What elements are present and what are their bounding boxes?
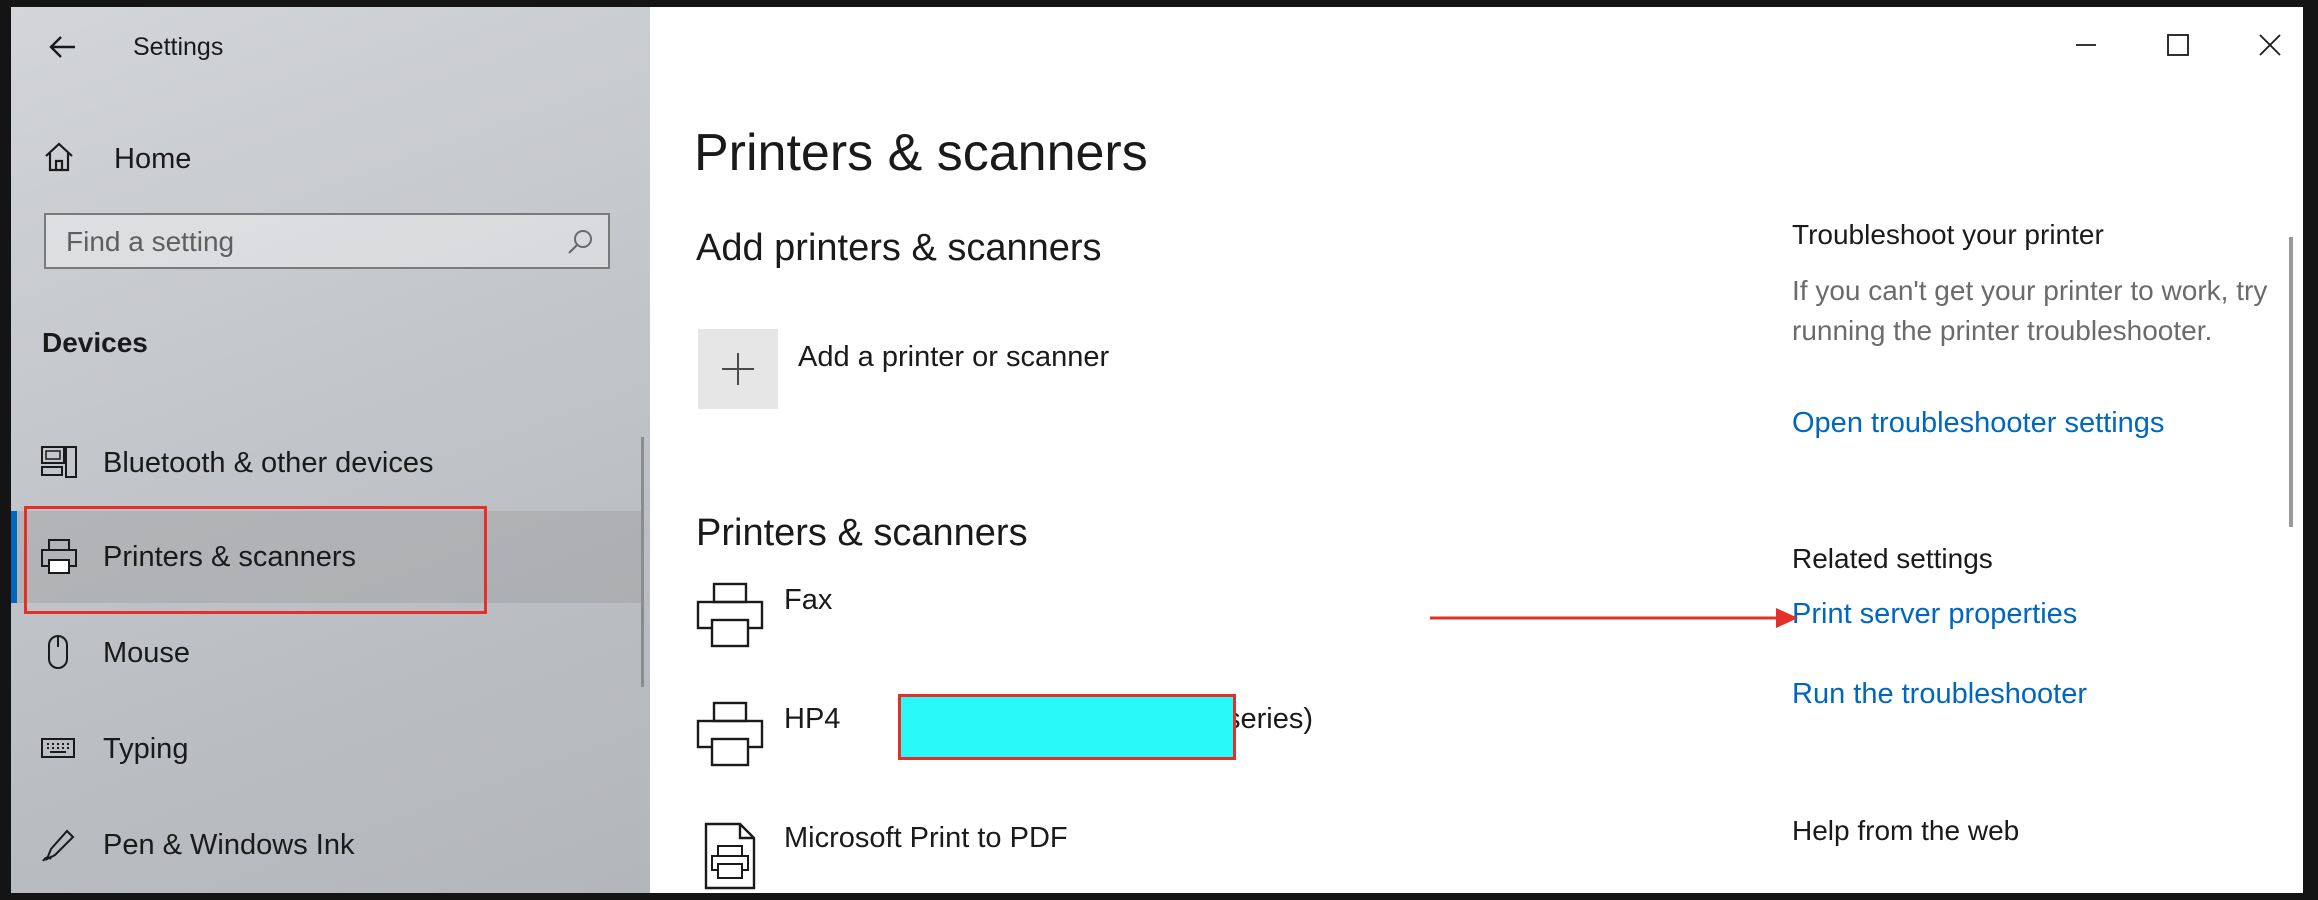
printer-item-pdf[interactable]: Microsoft Print to PDF: [694, 818, 1334, 893]
related-settings-title: Related settings: [1792, 543, 1993, 574]
sidebar-item-pen[interactable]: Pen & Windows Ink: [11, 799, 641, 891]
plus-icon: [722, 353, 754, 385]
printer-name-prefix: HP4: [784, 703, 841, 735]
home-icon: [41, 139, 81, 179]
troubleshoot-text: If you can't get your printer to work, t…: [1792, 275, 2268, 346]
search-input[interactable]: Find a setting: [44, 213, 610, 269]
close-icon: [2259, 34, 2281, 56]
open-troubleshooter-link[interactable]: Open troubleshooter settings: [1792, 407, 2164, 440]
mouse-icon: [39, 633, 79, 673]
maximize-icon: [2167, 34, 2189, 56]
sidebar-item-home[interactable]: Home: [41, 135, 601, 185]
troubleshoot-title: Troubleshoot your printer: [1792, 219, 2104, 250]
print-server-properties-link[interactable]: Print server properties: [1792, 598, 2077, 631]
annotation-arrow: [1430, 603, 1800, 633]
bluetooth-devices-icon: [39, 443, 79, 483]
printer-item-fax[interactable]: Fax: [694, 580, 1334, 670]
sidebar-item-label: Pen & Windows Ink: [103, 829, 355, 861]
content-scrollbar[interactable]: [2289, 237, 2293, 527]
redaction-box: [898, 694, 1236, 760]
settings-window: Settings Home Find a setting Devices Blu…: [11, 7, 2303, 893]
annotation-highlight-box: [24, 506, 487, 614]
search-icon: [566, 228, 594, 256]
sidebar-item-typing[interactable]: Typing: [11, 703, 641, 795]
add-section-title: Add printers & scanners: [696, 227, 1102, 269]
run-troubleshooter-link[interactable]: Run the troubleshooter: [1792, 678, 2087, 711]
printer-icon: [694, 580, 766, 652]
page-title: Printers & scanners: [694, 124, 1148, 182]
keyboard-icon: [39, 729, 79, 769]
sidebar-item-label: Typing: [103, 733, 189, 765]
add-printer-button[interactable]: [698, 329, 778, 409]
printer-item-hp[interactable]: HP4 series): [694, 694, 1334, 789]
help-from-web-title: Help from the web: [1792, 815, 2020, 846]
add-printer-label[interactable]: Add a printer or scanner: [798, 341, 1109, 374]
sidebar-item-label: Home: [114, 143, 192, 175]
section-title-devices: Devices: [42, 327, 148, 358]
back-button[interactable]: [41, 25, 85, 69]
sidebar-item-label: Mouse: [103, 637, 191, 669]
sidebar-item-mouse[interactable]: Mouse: [11, 607, 641, 699]
minimize-icon: [2076, 44, 2096, 46]
printer-name: Microsoft Print to PDF: [784, 822, 1068, 854]
printer-name: Fax: [784, 584, 833, 616]
sidebar-item-bluetooth[interactable]: Bluetooth & other devices: [11, 417, 641, 509]
maximize-button[interactable]: [2148, 21, 2208, 69]
pen-icon: [39, 825, 79, 865]
pdf-printer-icon: [694, 818, 766, 890]
printer-icon: [694, 699, 766, 771]
content-pane: Printers & scanners Add printers & scann…: [650, 7, 2303, 893]
search-placeholder: Find a setting: [66, 226, 235, 257]
printers-list-title: Printers & scanners: [696, 512, 1028, 554]
sidebar: Settings Home Find a setting Devices Blu…: [11, 7, 650, 893]
printer-name-suffix: series): [1226, 703, 1314, 735]
back-arrow-icon: [49, 36, 75, 58]
selection-indicator: [11, 511, 17, 603]
minimize-button[interactable]: [2056, 21, 2116, 69]
sidebar-scrollbar[interactable]: [641, 437, 644, 687]
app-title: Settings: [133, 33, 224, 61]
close-button[interactable]: [2240, 21, 2300, 69]
sidebar-item-label: Bluetooth & other devices: [103, 447, 434, 479]
